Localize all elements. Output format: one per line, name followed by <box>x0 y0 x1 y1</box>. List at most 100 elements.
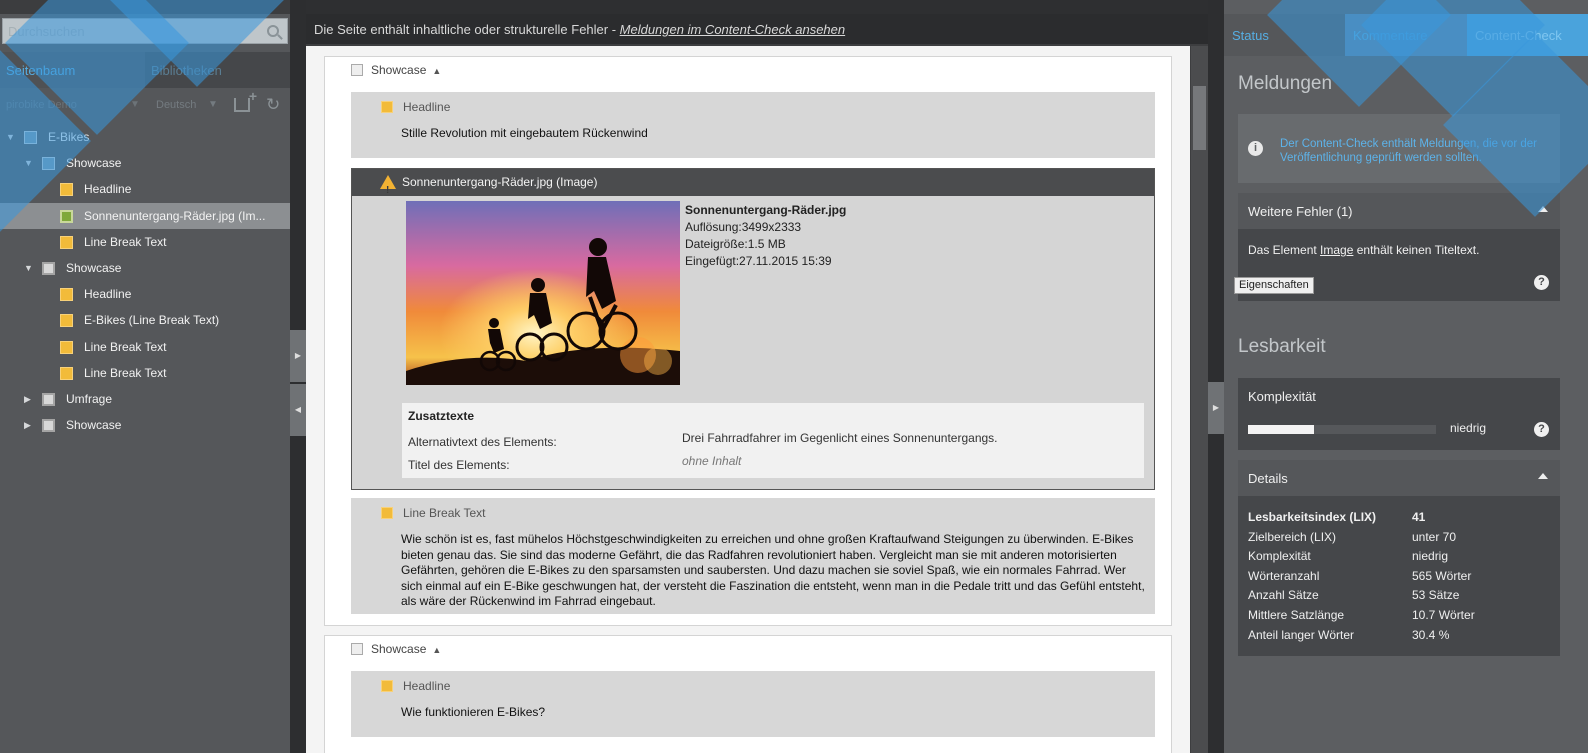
project-dropdown-icon[interactable]: ▼ <box>130 99 140 110</box>
tree-item[interactable]: ▼ E-Bikes <box>0 124 290 150</box>
expand-right-icon[interactable]: ▶ <box>290 330 306 382</box>
tree-item[interactable]: E-Bikes (Line Break Text) <box>0 307 290 333</box>
headline-element[interactable]: Headline Wie funktionieren E-Bikes? <box>351 671 1155 737</box>
search-icon[interactable] <box>267 25 279 37</box>
tab-content-check[interactable]: Content-Check <box>1467 14 1588 56</box>
collapse-up-icon[interactable] <box>1538 206 1548 212</box>
tree-item-label: E-Bikes (Line Break Text) <box>84 313 220 328</box>
help-icon[interactable]: ? <box>1534 422 1549 437</box>
add-page-icon[interactable] <box>234 88 257 112</box>
preview-scrollbar[interactable] <box>1191 46 1208 753</box>
expand-toggle-icon[interactable]: ▶ <box>24 386 31 412</box>
expand-toggle-icon[interactable]: ▶ <box>24 412 31 438</box>
section-icon <box>351 643 363 655</box>
tab-seitenbaum[interactable]: Seitenbaum <box>0 52 145 88</box>
complexity-bar <box>1248 425 1436 434</box>
error-message-post: enthält keinen Titeltext. <box>1353 243 1480 257</box>
showcase-header[interactable]: Showcase ▲ <box>351 63 441 77</box>
complexity-bar-fill <box>1248 425 1314 434</box>
tree-item[interactable]: Line Break Text <box>0 334 290 360</box>
element-title-label: Headline <box>403 679 451 693</box>
tree-item[interactable]: ▼ Showcase <box>0 150 290 176</box>
tree-item-label: Line Break Text <box>84 365 167 380</box>
left-splitter[interactable]: ▶ ◀ <box>290 0 306 753</box>
element-icon <box>60 366 73 380</box>
details-key: Anteil langer Wörter <box>1248 627 1355 642</box>
element-icon <box>381 101 393 113</box>
details-row: Anzahl Sätze 53 Sätze <box>1248 588 1548 608</box>
tree-item[interactable]: Headline <box>0 281 290 307</box>
sidebar-tabs: Seitenbaum Bibliotheken <box>0 52 290 88</box>
expand-toggle-icon[interactable]: ▼ <box>24 150 33 176</box>
tree-item[interactable]: Headline <box>0 176 290 202</box>
tab-bibliotheken[interactable]: Bibliotheken <box>145 52 290 88</box>
image-filesize: Dateigröße:1.5 MB <box>685 237 786 251</box>
tree-item[interactable]: Line Break Text <box>0 229 290 255</box>
collapse-right-icon[interactable]: ▶ <box>1208 382 1224 434</box>
details-key: Anzahl Sätze <box>1248 588 1319 603</box>
element-title-label: Headline <box>403 100 451 114</box>
title-text-value: ohne Inhalt <box>682 454 742 468</box>
tree-item-label: Showcase <box>66 418 122 433</box>
language-select[interactable]: Deutsch <box>156 99 196 111</box>
expand-toggle-icon[interactable]: ▼ <box>6 124 15 150</box>
collapse-up-icon[interactable] <box>1538 473 1548 479</box>
language-dropdown-icon[interactable]: ▼ <box>208 99 218 110</box>
messages-heading: Meldungen <box>1238 73 1333 94</box>
tab-status[interactable]: Status <box>1224 14 1345 56</box>
line-break-text-element[interactable]: Line Break Text Wie schön ist es, fast m… <box>351 498 1155 614</box>
tree-item-selected[interactable]: Sonnenuntergang-Räder.jpg (Im... <box>0 202 290 229</box>
alt-text-value: Drei Fahrradfahrer im Gegenlicht eines S… <box>682 431 998 445</box>
details-list: Lesbarkeitsindex (LIX) 41 Zielbereich (LI… <box>1248 510 1548 647</box>
scrollbar-thumb[interactable] <box>1193 86 1206 150</box>
showcase-label: Showcase <box>371 642 427 656</box>
tree-item[interactable]: ▼ Showcase <box>0 255 290 281</box>
tree-item-label: Showcase <box>66 260 122 275</box>
search-input[interactable] <box>3 19 287 43</box>
expand-toggle-icon[interactable]: ▼ <box>24 255 33 281</box>
properties-button[interactable]: Eigenschaften <box>1234 277 1314 294</box>
element-title: Headline <box>381 679 450 693</box>
refresh-icon[interactable]: ↻ <box>266 95 280 115</box>
image-resolution: Auflösung:3499x2333 <box>685 220 802 234</box>
tree-item[interactable]: Line Break Text <box>0 360 290 386</box>
sunset-cyclists-image <box>406 201 680 385</box>
readability-heading: Lesbarkeit <box>1238 336 1326 357</box>
element-icon <box>60 235 73 249</box>
tree-item[interactable]: ▶ Umfrage <box>0 386 290 412</box>
collapse-caret-icon[interactable]: ▲ <box>432 66 441 76</box>
details-header[interactable]: Details <box>1238 460 1560 496</box>
content-check-link[interactable]: Meldungen im Content-Check ansehen <box>620 22 845 37</box>
details-key: Wörteranzahl <box>1248 568 1320 583</box>
tree-item-label: Umfrage <box>66 391 113 406</box>
headline-element[interactable]: Headline Stille Revolution mit eingebaut… <box>351 92 1155 158</box>
collapse-caret-icon[interactable]: ▲ <box>432 645 441 655</box>
section-icon <box>42 392 55 406</box>
image-preview[interactable] <box>406 201 680 385</box>
showcase-header[interactable]: Showcase ▲ <box>351 642 441 656</box>
element-icon <box>60 183 73 197</box>
details-key: Mittlere Satzlänge <box>1248 607 1345 622</box>
image-element[interactable]: Sonnenuntergang-Räder.jpg (Image) <box>351 168 1155 490</box>
further-errors-header[interactable]: Weitere Fehler (1) <box>1238 193 1560 229</box>
right-panel: Status Kommentare Content-Check Meldunge… <box>1224 0 1588 753</box>
search-box <box>2 18 288 44</box>
additional-texts-box: Zusatztexte Alternativtext des Elements:… <box>402 403 1144 478</box>
showcase-section[interactable]: Showcase ▲ Headline Wie funktionieren E-B… <box>324 635 1172 753</box>
center-top-strip <box>306 0 1208 14</box>
showcase-section[interactable]: Showcase ▲ Headline Stille Revolution mit… <box>324 56 1172 626</box>
details-value: 41 <box>1412 510 1426 524</box>
element-icon <box>60 340 73 354</box>
details-row: Anteil langer Wörter 30.4 % <box>1248 628 1548 648</box>
collapse-left-icon[interactable]: ◀ <box>290 384 306 436</box>
right-splitter[interactable]: ▶ <box>1208 0 1224 753</box>
image-element-icon <box>60 209 73 223</box>
details-key: Komplexität <box>1248 549 1311 564</box>
line-break-text-body: Wie schön ist es, fast mühelos Höchstges… <box>401 532 1145 609</box>
tab-kommentare[interactable]: Kommentare <box>1345 14 1467 56</box>
project-select[interactable]: pirobike Demo <box>6 99 77 111</box>
element-icon <box>60 288 73 302</box>
help-icon[interactable]: ? <box>1534 275 1549 290</box>
tree-item[interactable]: ▶ Showcase <box>0 412 290 438</box>
image-element-link[interactable]: Image <box>1320 243 1353 257</box>
